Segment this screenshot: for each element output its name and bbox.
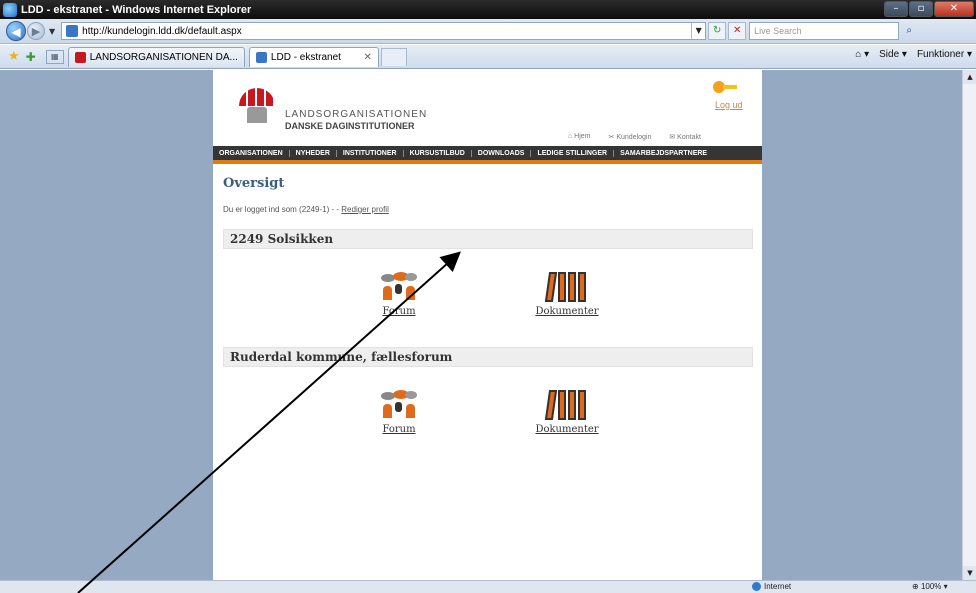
- edit-profile-link[interactable]: Rediger profil: [341, 205, 389, 214]
- vertical-scrollbar[interactable]: ▲ ▼: [962, 70, 976, 580]
- tab-ldd-ekstranet[interactable]: LDD - ekstranet ✕: [248, 46, 379, 67]
- refresh-button[interactable]: ↻: [708, 22, 727, 40]
- page-icon: [66, 25, 79, 37]
- menu-item-samarbejdspartnere[interactable]: SAMARBEJDSPARTNERE: [614, 150, 713, 157]
- menu-item-organisationen[interactable]: ORGANISATIONEN: [213, 149, 290, 157]
- address-bar[interactable]: http://kundelogin.ldd.dk/default.aspx ▼: [61, 22, 707, 40]
- ldd-favicon-icon: [74, 51, 86, 63]
- documents-link[interactable]: Dokumenter: [527, 306, 607, 317]
- new-tab-button[interactable]: [380, 47, 407, 66]
- menu-item-institutioner[interactable]: INSTITUTIONER: [337, 149, 404, 157]
- status-bar: Internet ⊕ 100% ▾: [0, 580, 976, 593]
- scroll-up-icon[interactable]: ▲: [963, 70, 976, 84]
- add-favorites-icon[interactable]: ✚: [26, 50, 36, 64]
- documents-tile[interactable]: Dokumenter: [527, 272, 607, 317]
- globe-icon: [752, 582, 761, 592]
- browser-viewport: LANDSORGANISATIONEN DANSKE DAGINSTITUTIO…: [0, 70, 962, 580]
- key-icon: [713, 81, 737, 95]
- binders-icon: [544, 390, 589, 420]
- umbrella-icon: [239, 88, 275, 106]
- forward-button[interactable]: ▶: [27, 22, 45, 40]
- documents-tile[interactable]: Dokumenter: [527, 390, 607, 435]
- stop-button[interactable]: ✕: [728, 22, 747, 40]
- page-side-left: [0, 70, 213, 580]
- minimize-button[interactable]: –: [884, 1, 908, 17]
- zoom-icon: ⊕: [912, 582, 921, 591]
- menu-item-kursustilbud[interactable]: KURSUSTILBUD: [404, 149, 472, 157]
- page-side-right: [762, 70, 962, 580]
- address-dropdown-icon[interactable]: ▼: [691, 23, 705, 39]
- org-name-line2: DANSKE DAGINSTITUTIONER: [285, 121, 415, 131]
- menu-item-downloads[interactable]: DOWNLOADS: [472, 149, 532, 157]
- menu-item-nyheder[interactable]: NYHEDER: [290, 149, 337, 157]
- tab-label: LDD - ekstranet: [270, 51, 341, 63]
- forum-link[interactable]: Forum: [359, 424, 439, 435]
- zone-label: Internet: [764, 582, 792, 591]
- window-titlebar: LDD - ekstranet - Windows Internet Explo…: [0, 0, 976, 19]
- forum-icon: [379, 272, 419, 302]
- favorites-star-icon[interactable]: ★: [8, 49, 20, 64]
- address-url[interactable]: http://kundelogin.ldd.dk/default.aspx: [82, 26, 242, 37]
- zoom-level[interactable]: ⊕ 100% ▾: [912, 582, 948, 591]
- ie-app-icon: [3, 2, 17, 17]
- back-button[interactable]: ◀: [6, 21, 26, 41]
- search-input[interactable]: Live Search: [749, 22, 900, 40]
- main-menu: ORGANISATIONEN NYHEDER INSTITUTIONER KUR…: [213, 146, 762, 160]
- section-header: 2249 Solsikken: [223, 229, 753, 249]
- zoom-value: 100%: [920, 582, 942, 591]
- forum-tile[interactable]: Forum: [359, 272, 439, 317]
- scroll-down-icon[interactable]: ▼: [963, 566, 976, 580]
- funktioner-menu-button[interactable]: Funktioner ▾: [917, 49, 972, 60]
- main-content: Oversigt Du er logget ind som (2249-1) -…: [223, 170, 753, 214]
- forum-tile[interactable]: Forum: [359, 390, 439, 435]
- menu-accent-line: [213, 160, 762, 164]
- top-links: ⌂ Hjem ✂ Kundelogin ✉ Kontakt: [568, 133, 701, 141]
- section-title: 2249 Solsikken: [230, 232, 334, 246]
- security-zone[interactable]: Internet: [752, 582, 792, 592]
- tab-landsorganisationen[interactable]: LANDSORGANISATIONEN DA...: [67, 46, 245, 67]
- logged-in-text: Du er logget ind som (2249-1) - - Redige…: [223, 205, 753, 214]
- home-link[interactable]: ⌂ Hjem: [568, 133, 591, 141]
- contact-link[interactable]: ✉ Kontakt: [669, 133, 701, 141]
- forum-icon: [379, 390, 419, 420]
- close-tab-icon[interactable]: ✕: [364, 52, 372, 63]
- page-container: LANDSORGANISATIONEN DANSKE DAGINSTITUTIO…: [213, 70, 762, 580]
- window-title: LDD - ekstranet - Windows Internet Explo…: [21, 3, 252, 16]
- page-title: Oversigt: [223, 176, 285, 191]
- binders-icon: [544, 272, 589, 302]
- side-menu-button[interactable]: Side ▾: [879, 49, 907, 60]
- command-bar: ⌂ ▾ Side ▾ Funktioner ▾: [855, 49, 972, 60]
- logged-in-label: Du er logget ind som (2249-1) - -: [223, 205, 342, 214]
- quick-tabs-icon[interactable]: ▦: [45, 49, 64, 64]
- documents-link[interactable]: Dokumenter: [527, 424, 607, 435]
- kundelogin-link[interactable]: ✂ Kundelogin: [609, 133, 652, 141]
- site-header: LANDSORGANISATIONEN DANSKE DAGINSTITUTIO…: [213, 70, 762, 146]
- ldd-logo[interactable]: [239, 88, 275, 124]
- logout-link[interactable]: Log ud: [715, 100, 743, 110]
- tab-label: LANDSORGANISATIONEN DA...: [89, 51, 238, 63]
- window-controls: – ▫ ✕: [884, 1, 974, 17]
- history-dropdown-icon[interactable]: ▼: [49, 27, 55, 36]
- maximize-button[interactable]: ▫: [909, 1, 933, 17]
- close-window-button[interactable]: ✕: [934, 1, 974, 17]
- tab-row: ★ ✚ ▦ LANDSORGANISATIONEN DA... LDD - ek…: [0, 45, 976, 69]
- search-button[interactable]: ⌕: [901, 22, 917, 40]
- menu-item-ledige-stillinger[interactable]: LEDIGE STILLINGER: [531, 149, 615, 157]
- home-button[interactable]: ⌂ ▾: [855, 49, 869, 60]
- people-icon: [247, 107, 267, 123]
- forum-link[interactable]: Forum: [359, 306, 439, 317]
- org-name-line1: LANDSORGANISATIONEN: [285, 109, 428, 120]
- ie-favicon-icon: [255, 51, 267, 63]
- section-header: Ruderdal kommune, fællesforum: [223, 347, 753, 367]
- section-title: Ruderdal kommune, fællesforum: [230, 350, 453, 364]
- address-toolbar: ◀ ▶ ▼ http://kundelogin.ldd.dk/default.a…: [0, 19, 976, 44]
